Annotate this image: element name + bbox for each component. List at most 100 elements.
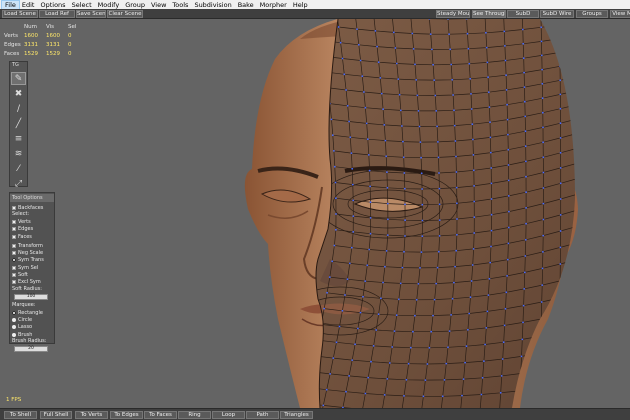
mesh-vertex[interactable] [540,54,543,57]
mesh-vertex[interactable] [417,282,420,285]
mesh-vertex[interactable] [405,378,408,381]
mesh-vertex[interactable] [541,68,543,71]
mesh-vertex[interactable] [386,202,389,205]
mesh-vertex[interactable] [542,171,545,174]
mesh-vertex[interactable] [418,125,421,128]
menu-view[interactable]: View [148,1,169,9]
eyedropper-icon[interactable]: ⁄ [11,162,26,175]
mesh-vertex[interactable] [505,291,508,294]
mesh-vertex[interactable] [374,30,377,32]
mesh-vertex[interactable] [559,182,562,185]
mesh-vertex[interactable] [386,186,389,189]
mesh-vertex[interactable] [407,362,410,365]
mesh-vertex[interactable] [507,226,510,229]
mesh-vertex[interactable] [328,276,331,278]
mesh-vertex[interactable] [523,271,526,274]
mesh-vertex[interactable] [558,349,561,351]
mesh-vertex[interactable] [448,330,451,332]
mesh-vertex[interactable] [525,191,527,194]
mesh-vertex[interactable] [469,296,472,299]
mesh-vertex[interactable] [345,89,347,91]
mesh-vertex[interactable] [558,37,561,40]
mesh-vertex[interactable] [507,179,510,182]
mesh-vertex[interactable] [417,110,420,112]
weld-icon[interactable]: ≡ [11,132,26,145]
mesh-vertex[interactable] [488,106,491,108]
mesh-vertex[interactable] [559,93,562,96]
mesh-vertex[interactable] [379,77,382,79]
mesh-vertex[interactable] [577,22,579,24]
menu-edit[interactable]: Edit [19,1,38,9]
mesh-vertex[interactable] [383,124,386,126]
mesh-vertex[interactable] [366,138,369,141]
mesh-vertex[interactable] [507,164,510,166]
mesh-vertex[interactable] [505,74,507,77]
mesh-vertex[interactable] [489,136,492,139]
mesh-vertex[interactable] [485,327,488,329]
groups-button[interactable]: Groups [576,10,608,18]
mesh-vertex[interactable] [450,314,452,316]
mesh-vertex[interactable] [364,280,367,282]
checkbox-icon[interactable] [12,273,16,278]
transform-checkbox[interactable]: Transform [12,242,52,249]
mesh-vertex[interactable] [557,402,560,405]
mesh-vertex[interactable] [359,311,362,314]
mesh-vertex[interactable] [538,387,541,390]
mesh-vertex[interactable] [368,248,371,251]
mesh-vertex[interactable] [504,45,506,47]
mesh-vertex[interactable] [468,312,471,315]
mesh-vertex[interactable] [450,63,453,66]
mesh-vertex[interactable] [542,156,545,159]
mesh-vertex[interactable] [333,150,335,152]
mesh-vertex[interactable] [577,328,579,330]
mesh-vertex[interactable] [471,264,474,266]
mesh-vertex[interactable] [539,335,542,337]
mesh-vertex[interactable] [504,59,507,62]
mesh-vertex[interactable] [501,358,504,360]
mesh-vertex[interactable] [455,249,458,252]
mesh-vertex[interactable] [499,391,502,394]
mesh-vertex[interactable] [421,188,423,190]
mesh-vertex[interactable] [541,82,544,85]
mesh-vertex[interactable] [490,182,493,185]
mesh-vertex[interactable] [559,107,562,110]
mesh-vertex[interactable] [398,93,401,96]
knife-icon[interactable]: ╱ [11,117,26,130]
mesh-vertex[interactable] [456,233,458,236]
mesh-vertex[interactable] [452,94,454,96]
mesh-vertex[interactable] [577,147,579,149]
mesh-vertex[interactable] [542,234,545,237]
mesh-vertex[interactable] [350,246,353,249]
mesh-vertex[interactable] [455,186,458,189]
mesh-vertex[interactable] [322,404,325,407]
mesh-vertex[interactable] [403,187,406,190]
mesh-vertex[interactable] [399,109,402,112]
mesh-vertex[interactable] [437,156,440,159]
mesh-vertex[interactable] [540,26,543,29]
mesh-vertex[interactable] [480,393,483,396]
subd-button[interactable]: SubD [507,10,539,18]
mesh-vertex[interactable] [326,291,328,294]
mesh-vertex[interactable] [386,171,388,174]
mesh-vertex[interactable] [577,242,579,244]
mesh-vertex[interactable] [490,229,493,232]
mesh-vertex[interactable] [489,151,492,154]
mesh-vertex[interactable] [429,33,432,35]
mesh-vertex[interactable] [380,92,383,95]
mesh-vertex[interactable] [394,47,397,49]
menu-group[interactable]: Group [122,1,148,9]
mesh-vertex[interactable] [397,78,400,80]
mesh-vertex[interactable] [351,167,354,170]
sym-trans-radio[interactable]: Sym Trans [12,257,52,264]
mesh-vertex[interactable] [577,48,579,50]
load-ref-button[interactable]: Load Ref [39,10,75,18]
mesh-vertex[interactable] [521,338,524,341]
mesh-vertex[interactable] [473,232,476,234]
mesh-vertex[interactable] [559,198,562,200]
menu-options[interactable]: Options [37,1,68,9]
mesh-vertex[interactable] [329,373,331,375]
mesh-vertex[interactable] [485,31,487,34]
mesh-vertex[interactable] [404,235,406,237]
mesh-vertex[interactable] [348,120,350,123]
mesh-vertex[interactable] [434,94,437,97]
